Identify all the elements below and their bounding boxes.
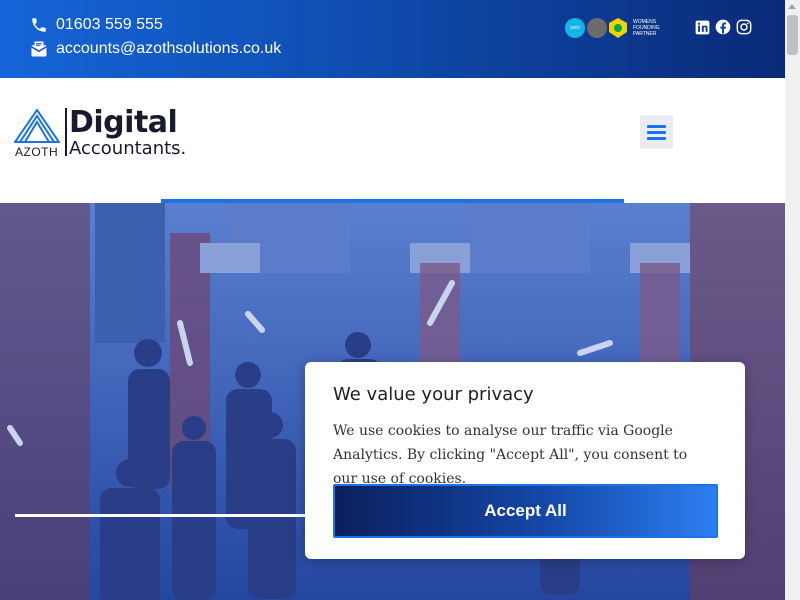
hamburger-menu-icon [647, 124, 666, 128]
email-link[interactable]: accounts@azothsolutions.co.uk [30, 40, 281, 58]
logo-azoth-text: AZOTH [15, 145, 59, 159]
top-contact-bar: 01603 559 555 accounts@azothsolutions.co… [0, 0, 785, 78]
facebook-icon[interactable] [715, 19, 731, 35]
logo-digital-text: Digital [69, 105, 178, 140]
email-address: accounts@azothsolutions.co.uk [56, 40, 282, 57]
phone-link[interactable]: 01603 559 555 [30, 16, 163, 34]
linkedin-icon[interactable] [694, 19, 710, 35]
accept-all-button[interactable]: Accept All [333, 484, 718, 538]
norwich-city-crest [609, 18, 627, 38]
logo-divider [65, 108, 67, 156]
email-icon [30, 40, 48, 58]
hamburger-menu-button[interactable] [640, 115, 673, 149]
page-scrollbar[interactable] [785, 0, 800, 600]
cookie-consent-dialog: We value your privacy We use cookies to … [305, 362, 745, 559]
phone-icon [30, 16, 48, 34]
phone-number: 01603 559 555 [56, 16, 163, 33]
site-logo[interactable]: AZOTH Digital Accountants. [14, 105, 204, 160]
hero-divider-line [15, 514, 315, 517]
womens-founding-partner-text: WOMENS FOUNDING PARTNER [633, 19, 660, 37]
scroll-up-arrow-icon[interactable] [788, 4, 796, 9]
social-links [694, 19, 752, 35]
platinum-partner-badge [587, 18, 607, 38]
scrollbar-thumb[interactable] [787, 15, 798, 55]
site-header: AZOTH Digital Accountants. [0, 78, 785, 204]
partner-badges: xero WOMENS FOUNDING PARTNER [565, 18, 667, 38]
cookie-description: We use cookies to analyse our traffic vi… [333, 423, 688, 487]
instagram-icon[interactable] [736, 19, 752, 35]
cookie-title: We value your privacy [333, 384, 534, 405]
azoth-logo-mark-icon [14, 109, 60, 143]
logo-accountants-text: Accountants. [69, 138, 187, 159]
xero-badge: xero [565, 18, 585, 38]
